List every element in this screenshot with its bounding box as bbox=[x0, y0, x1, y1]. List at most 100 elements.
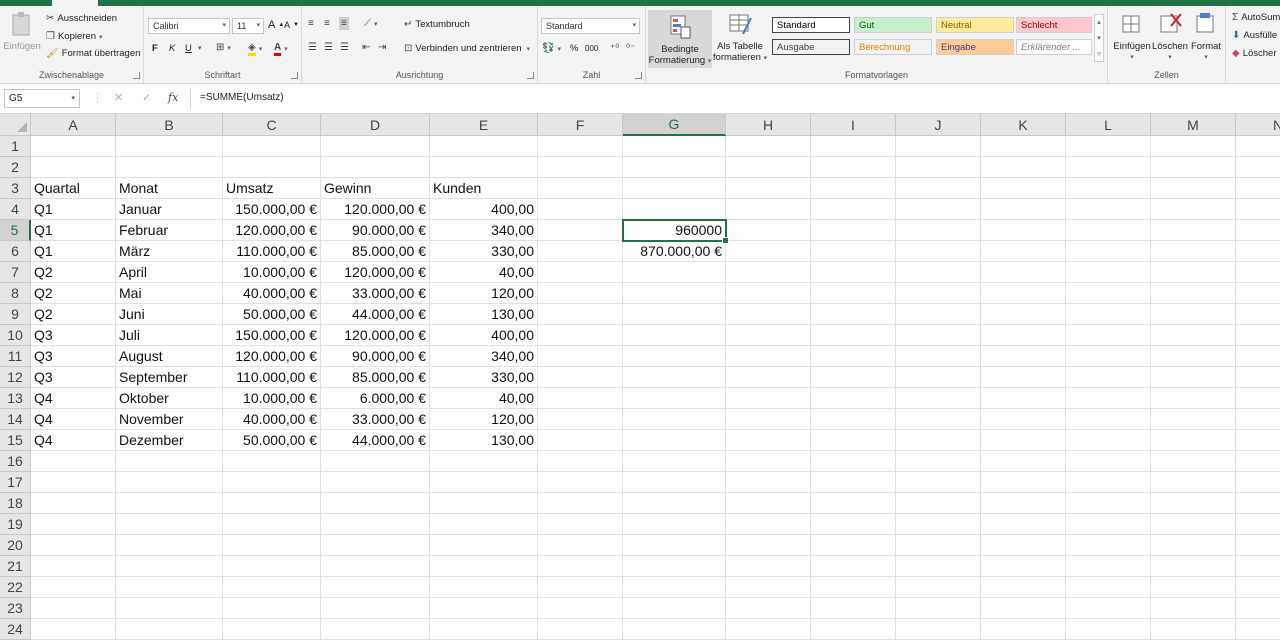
cell-style-item[interactable]: Erklärender ... bbox=[1016, 39, 1092, 55]
paste-button[interactable]: Einfügen bbox=[3, 10, 41, 52]
cell-d19[interactable] bbox=[321, 514, 430, 535]
cell-k5[interactable] bbox=[981, 220, 1066, 241]
cell-g17[interactable] bbox=[623, 472, 726, 493]
cell-a12[interactable]: Q3 bbox=[31, 367, 116, 388]
merge-center-button[interactable]: ⊡ Verbinden und zentrieren ▾ bbox=[404, 43, 530, 54]
cell-a24[interactable] bbox=[31, 619, 116, 640]
cell-l13[interactable] bbox=[1066, 388, 1151, 409]
row-header-12[interactable]: 12 bbox=[0, 367, 31, 388]
cell-c1[interactable] bbox=[223, 136, 321, 157]
cell-k7[interactable] bbox=[981, 262, 1066, 283]
cell-a23[interactable] bbox=[31, 598, 116, 619]
row-header-14[interactable]: 14 bbox=[0, 409, 31, 430]
cell-n6[interactable] bbox=[1236, 241, 1280, 262]
cell-e17[interactable] bbox=[430, 472, 538, 493]
cell-f18[interactable] bbox=[538, 493, 623, 514]
cell-i18[interactable] bbox=[811, 493, 896, 514]
cell-e20[interactable] bbox=[430, 535, 538, 556]
cell-b21[interactable] bbox=[116, 556, 223, 577]
cell-e16[interactable] bbox=[430, 451, 538, 472]
cell-e1[interactable] bbox=[430, 136, 538, 157]
cell-f23[interactable] bbox=[538, 598, 623, 619]
cell-g23[interactable] bbox=[623, 598, 726, 619]
cell-h23[interactable] bbox=[726, 598, 811, 619]
cell-c9[interactable]: 50.000,00 € bbox=[223, 304, 321, 325]
row-header-2[interactable]: 2 bbox=[0, 157, 31, 178]
cancel-icon[interactable]: ✕ bbox=[114, 91, 123, 104]
cell-i8[interactable] bbox=[811, 283, 896, 304]
name-box[interactable]: G5 ▾ bbox=[4, 89, 80, 108]
cell-l1[interactable] bbox=[1066, 136, 1151, 157]
cell-n19[interactable] bbox=[1236, 514, 1280, 535]
cell-e8[interactable]: 120,00 bbox=[430, 283, 538, 304]
cell-i19[interactable] bbox=[811, 514, 896, 535]
cell-b17[interactable] bbox=[116, 472, 223, 493]
cell-m6[interactable] bbox=[1151, 241, 1236, 262]
cell-style-item[interactable]: Berechnung bbox=[854, 39, 932, 55]
cell-i20[interactable] bbox=[811, 535, 896, 556]
cell-k9[interactable] bbox=[981, 304, 1066, 325]
cell-n1[interactable] bbox=[1236, 136, 1280, 157]
cell-b16[interactable] bbox=[116, 451, 223, 472]
cell-m7[interactable] bbox=[1151, 262, 1236, 283]
cell-l3[interactable] bbox=[1066, 178, 1151, 199]
cell-b15[interactable]: Dezember bbox=[116, 430, 223, 451]
cell-h14[interactable] bbox=[726, 409, 811, 430]
cell-d4[interactable]: 120.000,00 € bbox=[321, 199, 430, 220]
cell-style-item[interactable]: Gut bbox=[854, 17, 932, 33]
cell-n12[interactable] bbox=[1236, 367, 1280, 388]
column-header-c[interactable]: C bbox=[223, 114, 321, 136]
cell-i21[interactable] bbox=[811, 556, 896, 577]
cell-l4[interactable] bbox=[1066, 199, 1151, 220]
cell-f22[interactable] bbox=[538, 577, 623, 598]
cell-c22[interactable] bbox=[223, 577, 321, 598]
column-header-l[interactable]: L bbox=[1066, 114, 1151, 136]
cell-j19[interactable] bbox=[896, 514, 981, 535]
column-header-i[interactable]: I bbox=[811, 114, 896, 136]
wrap-text-button[interactable]: ↵ Textumbruch bbox=[404, 19, 470, 30]
cell-f19[interactable] bbox=[538, 514, 623, 535]
cell-k3[interactable] bbox=[981, 178, 1066, 199]
cell-h15[interactable] bbox=[726, 430, 811, 451]
cell-m19[interactable] bbox=[1151, 514, 1236, 535]
cell-l2[interactable] bbox=[1066, 157, 1151, 178]
cell-l11[interactable] bbox=[1066, 346, 1151, 367]
cell-a7[interactable]: Q2 bbox=[31, 262, 116, 283]
number-launcher[interactable] bbox=[635, 72, 642, 79]
cell-a14[interactable]: Q4 bbox=[31, 409, 116, 430]
cell-d16[interactable] bbox=[321, 451, 430, 472]
cell-h11[interactable] bbox=[726, 346, 811, 367]
cell-n18[interactable] bbox=[1236, 493, 1280, 514]
cell-n22[interactable] bbox=[1236, 577, 1280, 598]
cell-m23[interactable] bbox=[1151, 598, 1236, 619]
cell-n24[interactable] bbox=[1236, 619, 1280, 640]
cell-m9[interactable] bbox=[1151, 304, 1236, 325]
cell-l14[interactable] bbox=[1066, 409, 1151, 430]
cell-c12[interactable]: 110.000,00 € bbox=[223, 367, 321, 388]
cell-l21[interactable] bbox=[1066, 556, 1151, 577]
cell-n7[interactable] bbox=[1236, 262, 1280, 283]
cell-i13[interactable] bbox=[811, 388, 896, 409]
cell-b14[interactable]: November bbox=[116, 409, 223, 430]
cell-k14[interactable] bbox=[981, 409, 1066, 430]
cell-j2[interactable] bbox=[896, 157, 981, 178]
cell-a9[interactable]: Q2 bbox=[31, 304, 116, 325]
cell-j10[interactable] bbox=[896, 325, 981, 346]
cell-h8[interactable] bbox=[726, 283, 811, 304]
cell-h2[interactable] bbox=[726, 157, 811, 178]
cell-d7[interactable]: 120.000,00 € bbox=[321, 262, 430, 283]
align-top-button[interactable]: ≡ bbox=[308, 18, 314, 29]
cell-k1[interactable] bbox=[981, 136, 1066, 157]
cell-c4[interactable]: 150.000,00 € bbox=[223, 199, 321, 220]
cell-g16[interactable] bbox=[623, 451, 726, 472]
cell-c20[interactable] bbox=[223, 535, 321, 556]
cell-b10[interactable]: Juli bbox=[116, 325, 223, 346]
cell-e11[interactable]: 340,00 bbox=[430, 346, 538, 367]
cell-c19[interactable] bbox=[223, 514, 321, 535]
cell-d9[interactable]: 44.000,00 € bbox=[321, 304, 430, 325]
format-cells-button[interactable]: Format ▾ bbox=[1188, 10, 1224, 63]
italic-button[interactable]: K bbox=[169, 43, 175, 54]
cell-j23[interactable] bbox=[896, 598, 981, 619]
cell-b2[interactable] bbox=[116, 157, 223, 178]
orientation-button[interactable]: ⟋ ▾ bbox=[364, 18, 378, 29]
